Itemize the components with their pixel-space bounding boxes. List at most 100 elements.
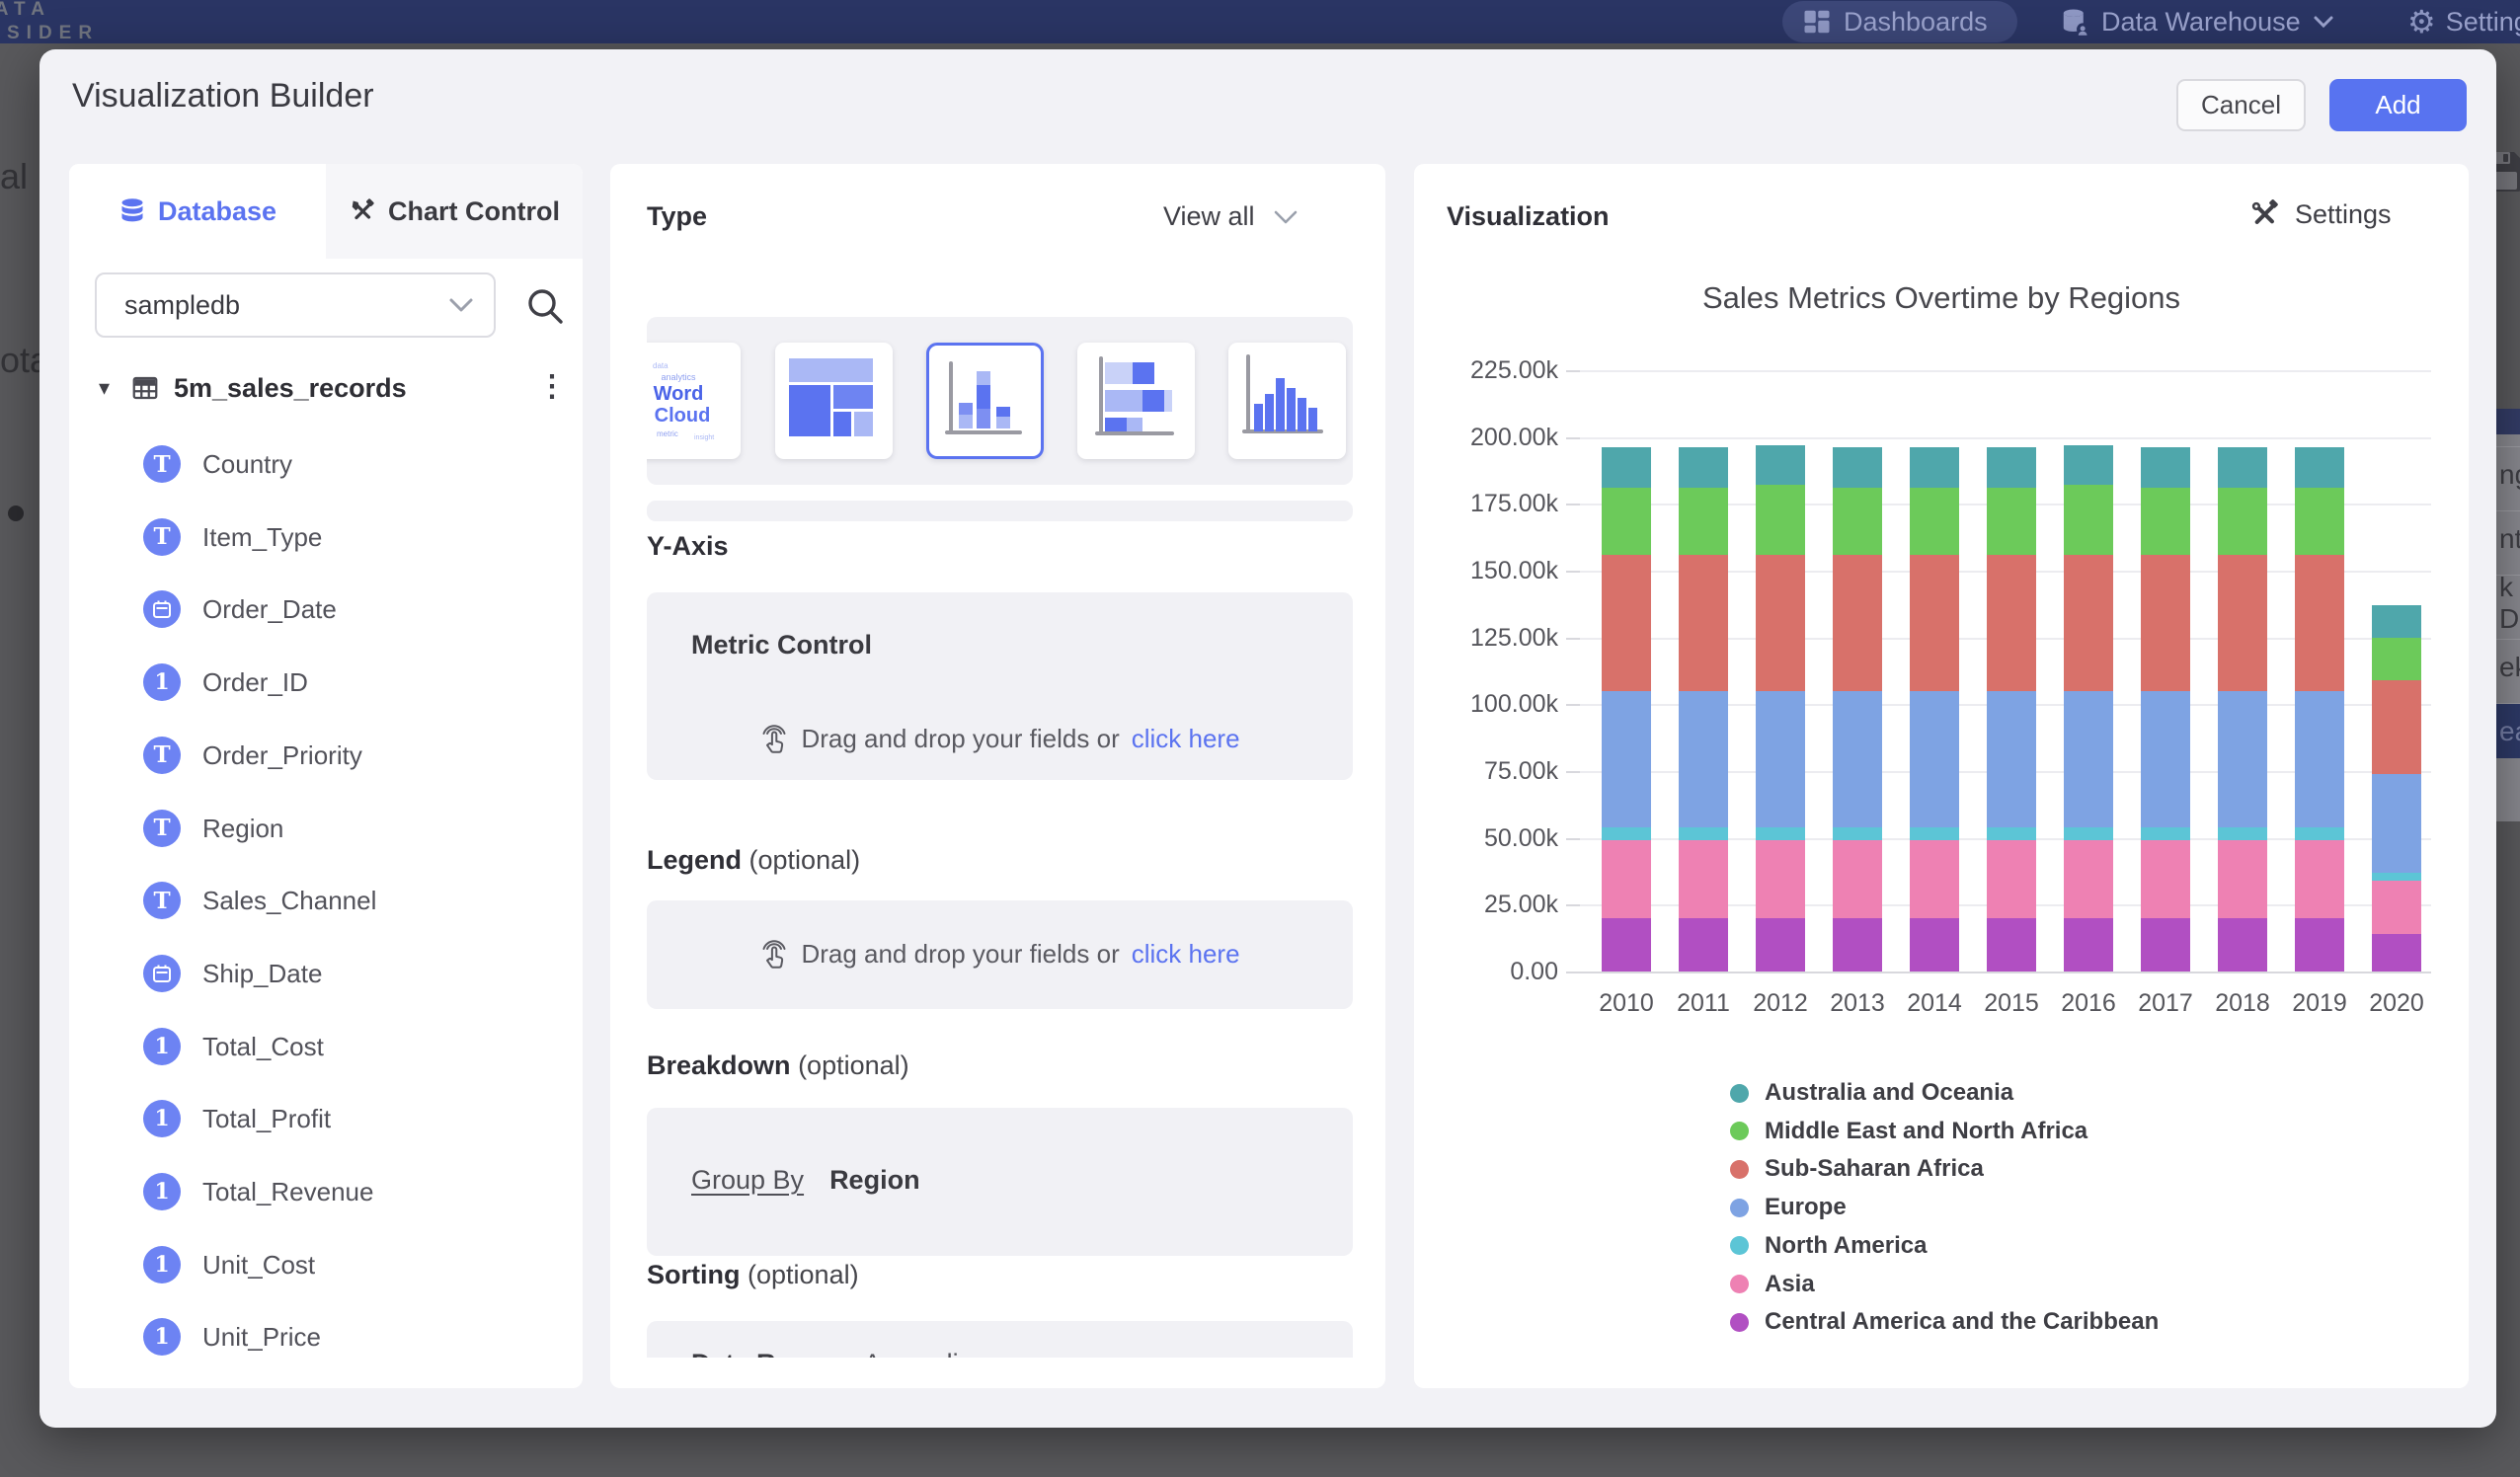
field-row-unit_price[interactable]: 1Unit_Price xyxy=(69,1318,583,1373)
bar-segment-2018-central-america-and-the-caribbean[interactable] xyxy=(2218,918,2267,972)
bar-segment-2010-north-america[interactable] xyxy=(1602,827,1651,841)
bar-segment-2017-europe[interactable] xyxy=(2141,691,2190,827)
bar-segment-2018-europe[interactable] xyxy=(2218,691,2267,827)
table-tree-row[interactable]: ▾ 5m_sales_records ⋮ xyxy=(69,369,583,415)
bar-segment-2020-europe[interactable] xyxy=(2372,774,2421,873)
metric-control-dropzone[interactable]: Metric Control Drag and drop your fields… xyxy=(647,592,1353,780)
search-icon[interactable] xyxy=(523,284,567,328)
bar-segment-2019-central-america-and-the-caribbean[interactable] xyxy=(2295,918,2344,972)
bar-segment-2018-north-america[interactable] xyxy=(2218,827,2267,841)
bar-segment-2011-north-america[interactable] xyxy=(1679,827,1728,841)
field-row-sales_channel[interactable]: TSales_Channel xyxy=(69,882,583,937)
bar-segment-2013-sub-saharan-africa[interactable] xyxy=(1833,555,1882,691)
sorting-dropzone[interactable]: Data Range Ascending xyxy=(647,1321,1353,1358)
bar-segment-2020-australia-and-oceania[interactable] xyxy=(2372,605,2421,637)
legend-item-europe[interactable]: Europe xyxy=(1730,1194,1847,1221)
bar-segment-2015-europe[interactable] xyxy=(1987,691,2036,827)
breakdown-dropzone[interactable]: Group By Region xyxy=(647,1108,1353,1256)
bar-segment-2012-middle-east-and-north-africa[interactable] xyxy=(1756,485,1805,554)
bar-segment-2012-europe[interactable] xyxy=(1756,691,1805,827)
legend-item-asia[interactable]: Asia xyxy=(1730,1271,1815,1298)
field-row-ship_date[interactable]: Ship_Date xyxy=(69,955,583,1010)
bar-segment-2013-asia[interactable] xyxy=(1833,840,1882,918)
bar-segment-2017-australia-and-oceania[interactable] xyxy=(2141,447,2190,488)
bar-segment-2017-central-america-and-the-caribbean[interactable] xyxy=(2141,918,2190,972)
chart-type-stacked-column[interactable] xyxy=(926,343,1044,459)
bar-segment-2014-asia[interactable] xyxy=(1910,840,1959,918)
bar-segment-2010-australia-and-oceania[interactable] xyxy=(1602,447,1651,488)
field-row-order_date[interactable]: Order_Date xyxy=(69,590,583,646)
bar-segment-2010-asia[interactable] xyxy=(1602,840,1651,918)
bar-segment-2019-north-america[interactable] xyxy=(2295,827,2344,841)
bar-segment-2018-sub-saharan-africa[interactable] xyxy=(2218,555,2267,691)
bar-segment-2016-sub-saharan-africa[interactable] xyxy=(2064,555,2113,691)
chart-type-treemap[interactable] xyxy=(775,343,893,459)
bar-segment-2019-middle-east-and-north-africa[interactable] xyxy=(2295,488,2344,555)
bar-segment-2012-australia-and-oceania[interactable] xyxy=(1756,445,1805,486)
bar-segment-2014-sub-saharan-africa[interactable] xyxy=(1910,555,1959,691)
field-row-total_revenue[interactable]: 1Total_Revenue xyxy=(69,1173,583,1228)
bar-segment-2012-north-america[interactable] xyxy=(1756,827,1805,841)
bar-segment-2013-central-america-and-the-caribbean[interactable] xyxy=(1833,918,1882,972)
nav-dashboards[interactable]: Dashboards xyxy=(1782,1,2017,42)
bar-segment-2013-middle-east-and-north-africa[interactable] xyxy=(1833,488,1882,555)
tab-chart-control[interactable]: Chart Control xyxy=(326,164,583,259)
visualization-settings-button[interactable]: Settings xyxy=(2247,197,2392,231)
tab-database[interactable]: Database xyxy=(69,164,326,259)
field-row-order_id[interactable]: 1Order_ID xyxy=(69,663,583,719)
bar-segment-2016-central-america-and-the-caribbean[interactable] xyxy=(2064,918,2113,972)
legend-item-australia-and-oceania[interactable]: Australia and Oceania xyxy=(1730,1079,2013,1107)
bar-segment-2015-north-america[interactable] xyxy=(1987,827,2036,841)
bar-segment-2016-australia-and-oceania[interactable] xyxy=(2064,445,2113,486)
bar-segment-2011-australia-and-oceania[interactable] xyxy=(1679,447,1728,488)
bar-segment-2017-north-america[interactable] xyxy=(2141,827,2190,841)
field-row-unit_cost[interactable]: 1Unit_Cost xyxy=(69,1246,583,1301)
legend-item-sub-saharan-africa[interactable]: Sub-Saharan Africa xyxy=(1730,1155,1984,1183)
bar-segment-2012-central-america-and-the-caribbean[interactable] xyxy=(1756,918,1805,972)
carousel-scrollbar[interactable] xyxy=(647,501,1353,521)
click-here-link[interactable]: click here xyxy=(1132,724,1240,754)
bar-segment-2010-middle-east-and-north-africa[interactable] xyxy=(1602,488,1651,555)
bar-segment-2019-europe[interactable] xyxy=(2295,691,2344,827)
bar-segment-2016-asia[interactable] xyxy=(2064,840,2113,918)
bar-segment-2019-sub-saharan-africa[interactable] xyxy=(2295,555,2344,691)
bar-segment-2016-middle-east-and-north-africa[interactable] xyxy=(2064,485,2113,554)
bar-segment-2013-north-america[interactable] xyxy=(1833,827,1882,841)
bar-segment-2013-europe[interactable] xyxy=(1833,691,1882,827)
bar-segment-2020-central-america-and-the-caribbean[interactable] xyxy=(2372,934,2421,972)
chart-type-column[interactable] xyxy=(1228,343,1346,459)
chart-type-word-cloud[interactable]: analyticsdataWordCloudmetricinsight xyxy=(647,343,741,459)
bar-segment-2015-middle-east-and-north-africa[interactable] xyxy=(1987,488,2036,555)
bar-segment-2014-middle-east-and-north-africa[interactable] xyxy=(1910,488,1959,555)
field-row-country[interactable]: TCountry xyxy=(69,445,583,501)
view-all-button[interactable]: View all xyxy=(1163,201,1299,232)
legend-item-central-america-and-the-caribbean[interactable]: Central America and the Caribbean xyxy=(1730,1308,2159,1336)
cancel-button[interactable]: Cancel xyxy=(2176,79,2306,131)
bar-segment-2019-asia[interactable] xyxy=(2295,840,2344,918)
chart-type-stacked-bar[interactable] xyxy=(1077,343,1195,459)
group-by-link[interactable]: Group By xyxy=(691,1165,804,1196)
field-row-item_type[interactable]: TItem_Type xyxy=(69,518,583,574)
bar-segment-2016-europe[interactable] xyxy=(2064,691,2113,827)
caret-down-icon[interactable]: ▾ xyxy=(99,375,110,401)
click-here-link[interactable]: click here xyxy=(1132,939,1240,970)
field-row-order_priority[interactable]: TOrder_Priority xyxy=(69,737,583,792)
field-row-region[interactable]: TRegion xyxy=(69,810,583,865)
bar-segment-2014-north-america[interactable] xyxy=(1910,827,1959,841)
bar-segment-2015-asia[interactable] xyxy=(1987,840,2036,918)
bar-segment-2010-europe[interactable] xyxy=(1602,691,1651,827)
bar-segment-2011-sub-saharan-africa[interactable] xyxy=(1679,555,1728,691)
bar-segment-2020-middle-east-and-north-africa[interactable] xyxy=(2372,638,2421,680)
bar-segment-2011-europe[interactable] xyxy=(1679,691,1728,827)
nav-settings[interactable]: ⚙ Settings xyxy=(2407,0,2520,43)
bar-segment-2015-sub-saharan-africa[interactable] xyxy=(1987,555,2036,691)
legend-item-north-america[interactable]: North America xyxy=(1730,1232,1927,1260)
bar-segment-2020-sub-saharan-africa[interactable] xyxy=(2372,680,2421,774)
legend-item-middle-east-and-north-africa[interactable]: Middle East and North Africa xyxy=(1730,1118,2087,1145)
bar-segment-2013-australia-and-oceania[interactable] xyxy=(1833,447,1882,488)
field-row-total_cost[interactable]: 1Total_Cost xyxy=(69,1028,583,1083)
add-button[interactable]: Add xyxy=(2329,79,2467,131)
legend-dropzone[interactable]: Drag and drop your fields or click here xyxy=(647,900,1353,1009)
database-select[interactable]: sampledb xyxy=(95,272,496,338)
bar-segment-2017-asia[interactable] xyxy=(2141,840,2190,918)
